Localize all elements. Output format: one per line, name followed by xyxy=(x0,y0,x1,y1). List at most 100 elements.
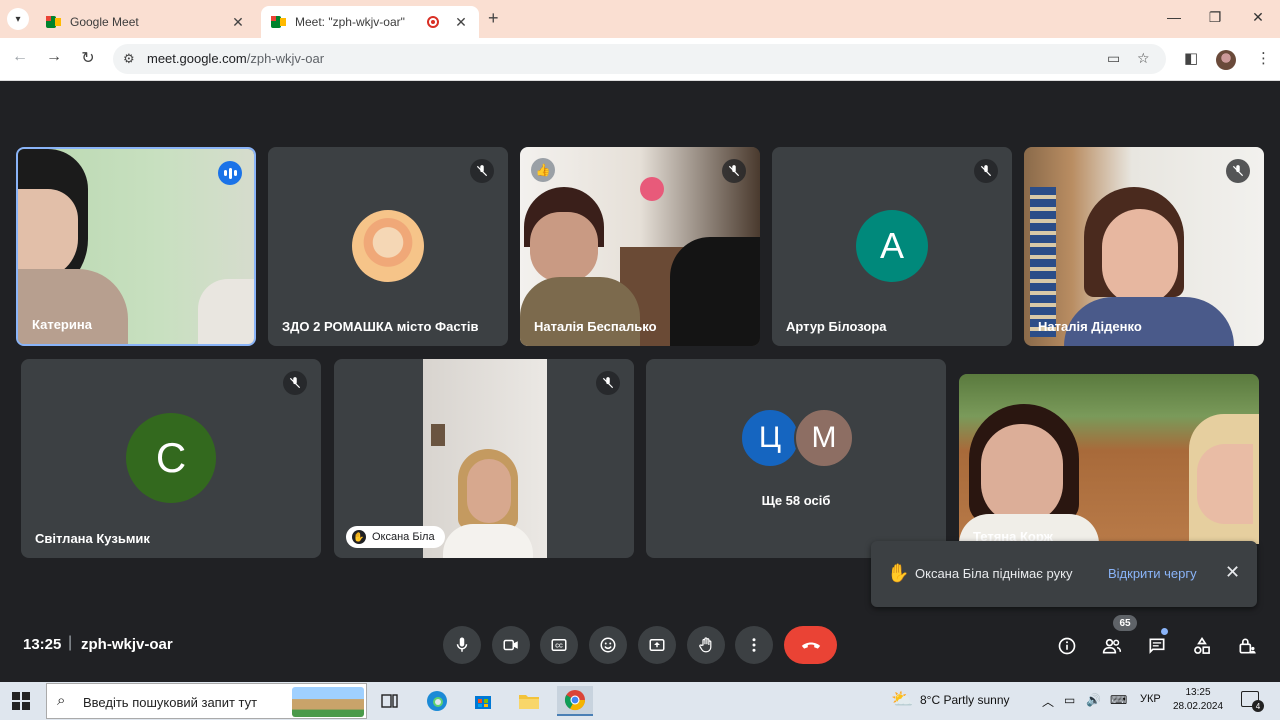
participant-tile[interactable]: ✋ Оксана Біла xyxy=(334,359,634,558)
system-clock[interactable]: 13:25 28.02.2024 xyxy=(1170,686,1226,714)
others-tile[interactable]: Ц М Ще 58 осіб xyxy=(646,359,946,558)
edge-browser-icon[interactable] xyxy=(419,686,455,716)
bookmark-star-icon[interactable]: ☆ xyxy=(1137,50,1150,67)
taskbar-search-box[interactable]: ⌕ Введіть пошуковий запит тут xyxy=(46,683,367,719)
side-panel-icon[interactable]: ◧ xyxy=(1184,49,1198,67)
separator: | xyxy=(68,634,73,651)
speaking-indicator-icon xyxy=(218,161,242,185)
minimize-icon[interactable]: — xyxy=(1164,9,1184,25)
participant-tile[interactable]: 👍 Наталія Беспалько xyxy=(520,147,760,346)
meeting-details-button[interactable] xyxy=(1055,634,1079,658)
windows-taskbar: ⌕ Введіть пошуковий запит тут ⛅ 8°C Part… xyxy=(0,682,1280,720)
raised-hand-icon: ✋ xyxy=(352,530,366,544)
tab-close-icon[interactable]: ✕ xyxy=(453,14,469,31)
meeting-time: 13:25 xyxy=(23,636,62,653)
back-icon[interactable]: ← xyxy=(10,48,30,66)
svg-text:CC: CC xyxy=(555,644,563,650)
task-view-icon[interactable] xyxy=(372,686,408,716)
emoji-icon xyxy=(600,637,616,653)
participant-name: Катерина xyxy=(32,317,92,332)
address-bar[interactable]: ⚙ meet.google.com/zph-wkjv-oar ▭ ☆ xyxy=(113,44,1166,74)
keyboard-icon[interactable]: ⌨ xyxy=(1110,693,1127,707)
participant-name: Наталія Діденко xyxy=(1038,319,1142,334)
camera-icon xyxy=(503,639,518,651)
participant-name: Світлана Кузьмик xyxy=(35,531,150,546)
tab-title: Google Meet xyxy=(70,15,139,29)
close-window-icon[interactable]: ✕ xyxy=(1248,9,1268,26)
reaction-emoji: 👍 xyxy=(531,158,555,182)
raise-hand-button[interactable] xyxy=(687,626,725,664)
search-icon: ⌕ xyxy=(57,692,66,709)
volume-icon[interactable]: 🔊 xyxy=(1086,693,1101,707)
browser-tabstrip: ▾ Google Meet ✕ Meet: "zph-wkjv-oar" ✕ +… xyxy=(0,0,1280,38)
participant-tile[interactable]: Наталія Діденко xyxy=(1024,147,1264,346)
mic-off-icon xyxy=(470,159,494,183)
captions-button[interactable]: CC xyxy=(540,626,578,664)
recording-indicator-icon xyxy=(427,16,439,28)
people-icon xyxy=(1102,638,1122,654)
chrome-browser-icon[interactable] xyxy=(557,686,593,716)
people-button[interactable] xyxy=(1100,634,1124,658)
notification-message: Оксана Біла піднімає руку xyxy=(915,566,1073,581)
activities-button[interactable] xyxy=(1190,634,1214,658)
microphone-button[interactable] xyxy=(443,626,481,664)
restore-icon[interactable]: ❐ xyxy=(1205,9,1225,26)
participant-tile[interactable]: Катерина xyxy=(16,147,256,346)
participant-name: Наталія Беспалько xyxy=(534,319,657,334)
mic-off-icon xyxy=(1226,159,1250,183)
participant-name: Оксана Біла xyxy=(372,531,435,543)
chat-button[interactable] xyxy=(1145,634,1169,658)
tab-close-icon[interactable]: ✕ xyxy=(230,14,246,31)
more-options-button[interactable] xyxy=(735,626,773,664)
forward-icon[interactable]: → xyxy=(44,48,64,66)
chat-icon xyxy=(1149,638,1165,654)
microphone-icon xyxy=(456,637,468,652)
participant-avatar-photo xyxy=(352,210,424,282)
meet-logo-icon xyxy=(271,15,287,29)
present-screen-button[interactable] xyxy=(638,626,676,664)
reload-icon[interactable]: ↻ xyxy=(78,48,98,68)
mic-off-icon xyxy=(974,159,998,183)
tab-search-button[interactable]: ▾ xyxy=(7,8,29,30)
camera-in-use-icon[interactable]: ▭ xyxy=(1107,50,1120,67)
clock-date: 28.02.2024 xyxy=(1172,701,1224,712)
microsoft-store-icon[interactable] xyxy=(465,686,501,716)
profile-avatar[interactable] xyxy=(1216,50,1236,70)
captions-icon: CC xyxy=(551,639,567,651)
weather-icon[interactable]: ⛅ xyxy=(891,689,913,710)
tab-title: Meet: "zph-wkjv-oar" xyxy=(295,15,405,29)
participant-tile[interactable]: А Артур Білозора xyxy=(772,147,1012,346)
site-info-icon[interactable]: ⚙ xyxy=(123,51,135,67)
tab-meet-call[interactable]: Meet: "zph-wkjv-oar" ✕ xyxy=(261,6,479,38)
mic-off-icon xyxy=(596,371,620,395)
windows-start-icon[interactable] xyxy=(12,692,30,710)
browser-menu-icon[interactable]: ⋮ xyxy=(1256,49,1271,67)
tab-google-meet[interactable]: Google Meet ✕ xyxy=(36,6,256,38)
input-language[interactable]: УКР xyxy=(1140,693,1161,705)
show-hidden-icons-icon[interactable]: ︿ xyxy=(1042,693,1054,710)
participant-tile[interactable]: С Світлана Кузьмик xyxy=(21,359,321,558)
raised-hand-chip: ✋ Оксана Біла xyxy=(346,526,445,548)
emoji-reactions-button[interactable] xyxy=(589,626,627,664)
notification-count: 4 xyxy=(1252,700,1264,712)
leave-call-button[interactable] xyxy=(784,626,837,664)
new-tab-button[interactable]: + xyxy=(488,8,499,29)
hang-up-icon xyxy=(801,642,820,649)
participant-tile[interactable]: Тетяна Корж xyxy=(959,374,1259,544)
participant-avatar: А xyxy=(856,210,928,282)
weather-text[interactable]: 8°C Partly sunny xyxy=(920,693,1010,707)
lock-person-icon xyxy=(1239,638,1256,654)
file-explorer-icon[interactable] xyxy=(511,686,547,716)
open-queue-link[interactable]: Відкрити чергу xyxy=(1108,566,1197,581)
participant-avatar: С xyxy=(126,413,216,503)
unread-chat-dot xyxy=(1161,628,1168,635)
network-icon[interactable]: ▭ xyxy=(1064,693,1075,707)
raised-hand-notification: ✋ Оксана Біла піднімає руку Відкрити чер… xyxy=(871,541,1257,607)
others-count-label: Ще 58 осіб xyxy=(761,493,831,508)
notifications-icon[interactable]: 4 xyxy=(1241,691,1264,712)
participant-name: ЗДО 2 РОМАШКА місто Фастів xyxy=(282,319,479,334)
camera-button[interactable] xyxy=(492,626,530,664)
close-notification-icon[interactable]: ✕ xyxy=(1225,562,1240,583)
participant-tile[interactable]: ЗДО 2 РОМАШКА місто Фастів xyxy=(268,147,508,346)
host-controls-button[interactable] xyxy=(1235,634,1259,658)
